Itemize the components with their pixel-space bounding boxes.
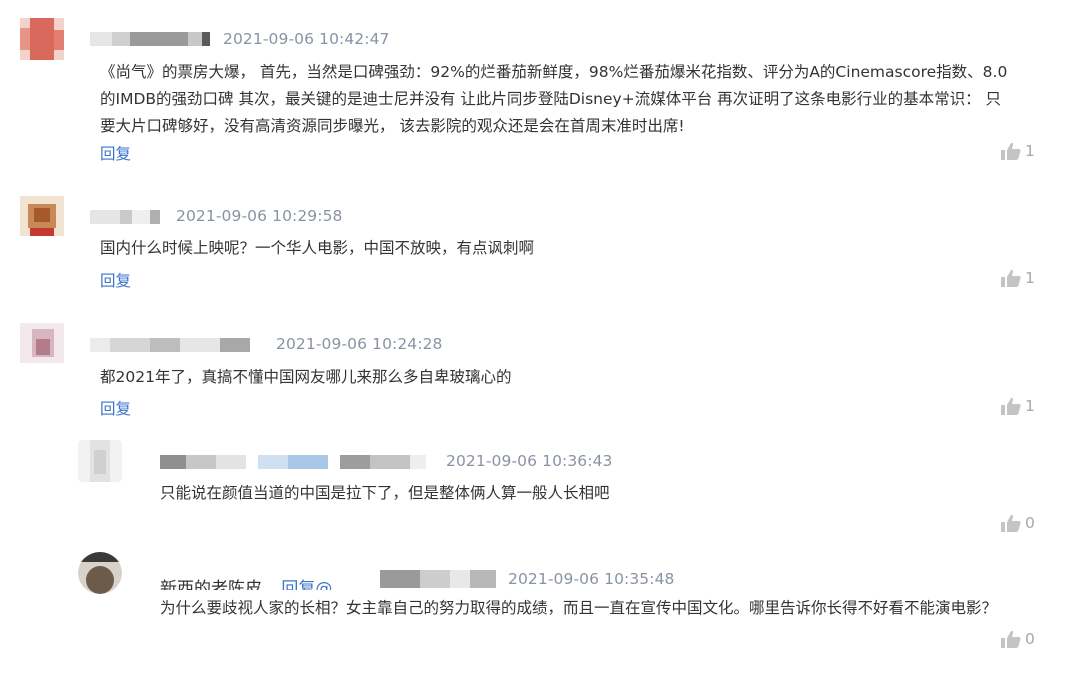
comment-text-line: 要大片口碑够好，没有高清资源同步曝光， 该去影院的观众还是会在首周末准时出席! xyxy=(100,117,685,135)
thumbs-up-icon xyxy=(1001,630,1021,648)
like-count: 0 xyxy=(1025,630,1035,648)
username-blurred[interactable] xyxy=(90,337,250,353)
comment-text-line: 《尚气》的票房大爆， 首先，当然是口碑强劲：92%的烂番茄新鲜度，98%烂番茄爆… xyxy=(100,63,1008,81)
username-blurred[interactable] xyxy=(380,569,496,589)
thumbs-up-icon xyxy=(1001,142,1021,160)
thumbs-up-icon xyxy=(1001,269,1021,287)
comment-timestamp: 2021-09-06 10:24:28 xyxy=(276,335,443,353)
avatar[interactable] xyxy=(20,323,64,363)
like-count: 1 xyxy=(1025,142,1035,160)
username-blurred[interactable] xyxy=(90,209,160,225)
avatar[interactable] xyxy=(78,440,122,482)
like-button[interactable]: 1 xyxy=(1001,269,1035,287)
like-button[interactable]: 0 xyxy=(1001,514,1035,532)
username-blurred[interactable] xyxy=(160,454,426,470)
avatar[interactable] xyxy=(20,18,64,60)
like-button[interactable]: 1 xyxy=(1001,397,1035,415)
like-count: 1 xyxy=(1025,269,1035,287)
comment-text-line: 的IMDB的强劲口碑 其次，最关键的是迪士尼并没有 让此片同步登陆Disney+… xyxy=(100,90,1002,108)
reply-button[interactable]: 回复 xyxy=(100,142,131,164)
like-count: 0 xyxy=(1025,514,1035,532)
reply-text: 为什么要歧视人家的长相？女主靠自己的努力取得的成绩，而且一直在宣传中国文化。哪里… xyxy=(160,599,998,617)
avatar[interactable] xyxy=(20,196,64,236)
reply-timestamp: 2021-09-06 10:35:48 xyxy=(508,570,675,588)
comment-timestamp: 2021-09-06 10:42:47 xyxy=(223,30,390,48)
comment-text: 都2021年了，真搞不懂中国网友哪儿来那么多自卑玻璃心的 xyxy=(100,368,512,386)
avatar[interactable] xyxy=(78,552,122,594)
reply-button[interactable]: 回复 xyxy=(100,397,131,419)
reply-to-link[interactable]: 回复@ xyxy=(281,579,332,590)
like-button[interactable]: 0 xyxy=(1001,630,1035,648)
comment-timestamp: 2021-09-06 10:29:58 xyxy=(176,207,343,225)
like-button[interactable]: 1 xyxy=(1001,142,1035,160)
username-blurred[interactable] xyxy=(90,31,210,47)
comment-text: 国内什么时候上映呢？一个华人电影，中国不放映，有点讽刺啊 xyxy=(100,239,535,257)
reply-text: 只能说在颜值当道的中国是拉下了，但是整体俩人算一般人长相吧 xyxy=(160,484,610,502)
thumbs-up-icon xyxy=(1001,397,1021,415)
comment-text: 《尚气》的票房大爆， 首先，当然是口碑强劲：92%的烂番茄新鲜度，98%烂番茄爆… xyxy=(100,59,1060,140)
reply-header: 新西的老陈皮 回复@ xyxy=(160,570,332,590)
reply-username[interactable]: 新西的老陈皮 xyxy=(160,579,262,590)
reply-timestamp: 2021-09-06 10:36:43 xyxy=(446,452,613,470)
like-count: 1 xyxy=(1025,397,1035,415)
thumbs-up-icon xyxy=(1001,514,1021,532)
reply-button[interactable]: 回复 xyxy=(100,269,131,291)
